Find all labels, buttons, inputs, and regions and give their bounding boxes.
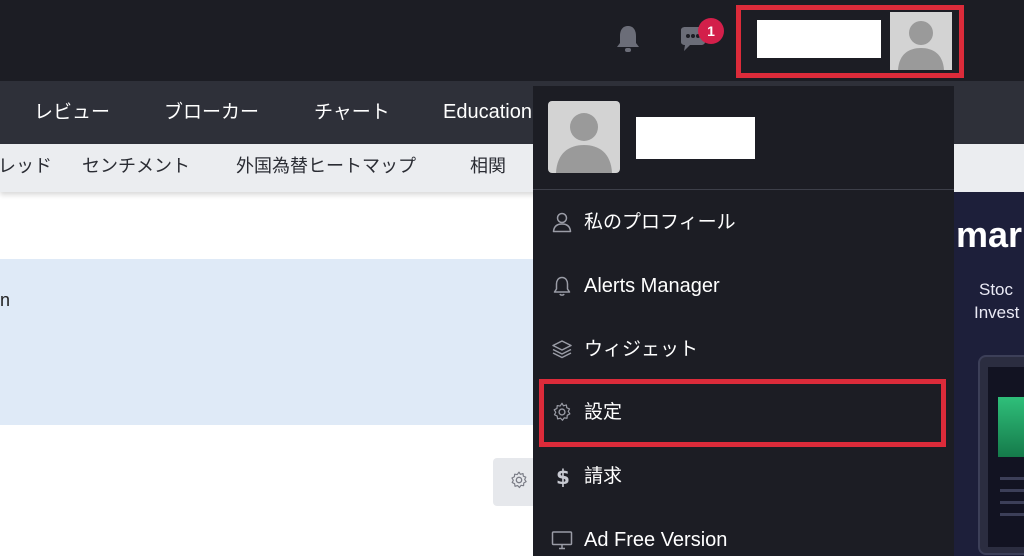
advertisement-banner[interactable]: mar Stoc Invest xyxy=(954,192,1024,556)
nav-item-charts[interactable]: チャート xyxy=(314,81,390,144)
gear-icon xyxy=(511,471,527,489)
nav-item-reviews[interactable]: レビュー xyxy=(34,81,110,144)
menu-item-label: Ad Free Version xyxy=(584,529,728,551)
ad-row xyxy=(1000,513,1024,516)
menu-item-ad-free-version[interactable]: Ad Free Version xyxy=(533,510,954,556)
notification-bell-icon[interactable] xyxy=(614,24,642,54)
ad-device-image xyxy=(978,355,1024,555)
dollar-icon: $ xyxy=(556,465,570,487)
menu-item-alerts-manager[interactable]: Alerts Manager xyxy=(533,256,954,316)
ad-row xyxy=(1000,501,1024,504)
menu-item-label: ウィジェット xyxy=(584,338,699,360)
ad-brand-text: mar xyxy=(956,214,1023,255)
subnav-item-correlation[interactable]: 相関 xyxy=(470,144,506,192)
subnav-item-sentiment[interactable]: センチメント xyxy=(82,144,190,192)
user-icon xyxy=(552,212,572,233)
dropdown-avatar[interactable] xyxy=(548,101,620,173)
menu-item-my-profile[interactable]: 私のプロフィール xyxy=(533,192,954,252)
avatar-silhouette-icon xyxy=(898,21,944,70)
user-name-redacted[interactable] xyxy=(757,20,881,58)
subnav-item-spread[interactable]: レッド xyxy=(0,144,52,192)
ad-tagline-line2: Invest xyxy=(974,303,1020,322)
dropdown-user-name-redacted[interactable] xyxy=(636,117,755,159)
layers-icon xyxy=(552,340,572,359)
ad-tagline-line1: Stoc xyxy=(979,280,1014,299)
ad-chart-graphic xyxy=(998,397,1024,457)
svg-text:$: $ xyxy=(556,465,570,487)
menu-item-label: 私のプロフィール xyxy=(584,211,736,233)
nav-item-education[interactable]: Education xyxy=(443,81,532,144)
info-text: n xyxy=(0,290,11,310)
menu-item-label: Alerts Manager xyxy=(584,275,720,297)
subnav-item-heatmap[interactable]: 外国為替ヒートマップ xyxy=(236,144,416,192)
monitor-icon xyxy=(551,531,573,550)
avatar[interactable] xyxy=(890,12,952,70)
menu-item-widgets[interactable]: ウィジェット xyxy=(533,319,954,379)
menu-item-billing[interactable]: $ 請求 xyxy=(533,446,954,506)
bell-icon xyxy=(553,276,571,296)
info-panel xyxy=(0,259,540,425)
ad-row xyxy=(1000,489,1024,492)
ad-device-screen xyxy=(988,367,1024,547)
settings-highlight-box xyxy=(539,379,946,447)
avatar-silhouette-icon xyxy=(556,113,612,173)
ad-row xyxy=(1000,477,1024,480)
notification-count-badge: 1 xyxy=(698,18,724,44)
menu-divider xyxy=(533,189,954,190)
top-bar: 1 xyxy=(0,0,1024,81)
nav-item-brokers[interactable]: ブローカー xyxy=(164,81,259,144)
menu-item-label: 請求 xyxy=(584,465,623,487)
